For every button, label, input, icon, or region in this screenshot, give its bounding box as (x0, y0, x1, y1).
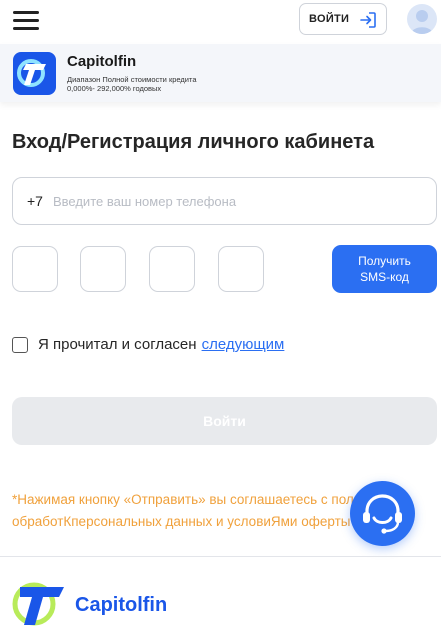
page-title: Вход/Регистрация личного кабинета (12, 131, 375, 153)
user-avatar-icon[interactable] (407, 4, 437, 34)
brand-banner: Capitolfin Диапазон Полной стоимости кре… (0, 44, 441, 102)
sms-code-box-3[interactable] (149, 246, 195, 292)
submit-button[interactable]: Войти (12, 397, 437, 445)
sms-code-box-2[interactable] (80, 246, 126, 292)
hamburger-menu-icon[interactable] (13, 9, 39, 31)
phone-field[interactable]: +7 (12, 177, 437, 225)
sms-code-box-4[interactable] (218, 246, 264, 292)
sign-in-icon (360, 12, 376, 28)
phone-prefix: +7 (27, 193, 43, 209)
login-page: ВОЙТИ Capitolfin Диапазон Полной стоимос… (0, 0, 441, 644)
get-sms-code-button[interactable]: Получить SMS-код (332, 245, 437, 293)
credit-range-label: Диапазон Полной стоимости кредита (67, 75, 197, 84)
agree-text: Я прочитал и согласен (38, 336, 197, 353)
sms-button-line1: Получить (358, 254, 411, 268)
sms-code-box-1[interactable] (12, 246, 58, 292)
phone-input[interactable] (52, 193, 383, 209)
capitolfin-logo-icon (13, 52, 56, 95)
footer-brand-name: Capitolfin (75, 594, 168, 616)
login-button[interactable]: ВОЙТИ (299, 3, 387, 35)
login-button-label: ВОЙТИ (309, 13, 350, 25)
top-bar: ВОЙТИ (0, 0, 441, 40)
capitolfin-logo-icon (12, 582, 64, 626)
banner-brand-name: Capitolfin (67, 53, 137, 70)
agree-checkbox[interactable] (12, 336, 28, 353)
sms-button-line2: SMS-код (360, 270, 409, 284)
agreement-row: Я прочитал и согласен следующим (12, 336, 284, 353)
agree-terms-link[interactable]: следующим (202, 336, 285, 353)
support-headset-icon[interactable] (350, 481, 415, 546)
credit-range-value: 0,000%- 292,000% годовых (67, 84, 162, 93)
footer-divider (0, 556, 441, 557)
